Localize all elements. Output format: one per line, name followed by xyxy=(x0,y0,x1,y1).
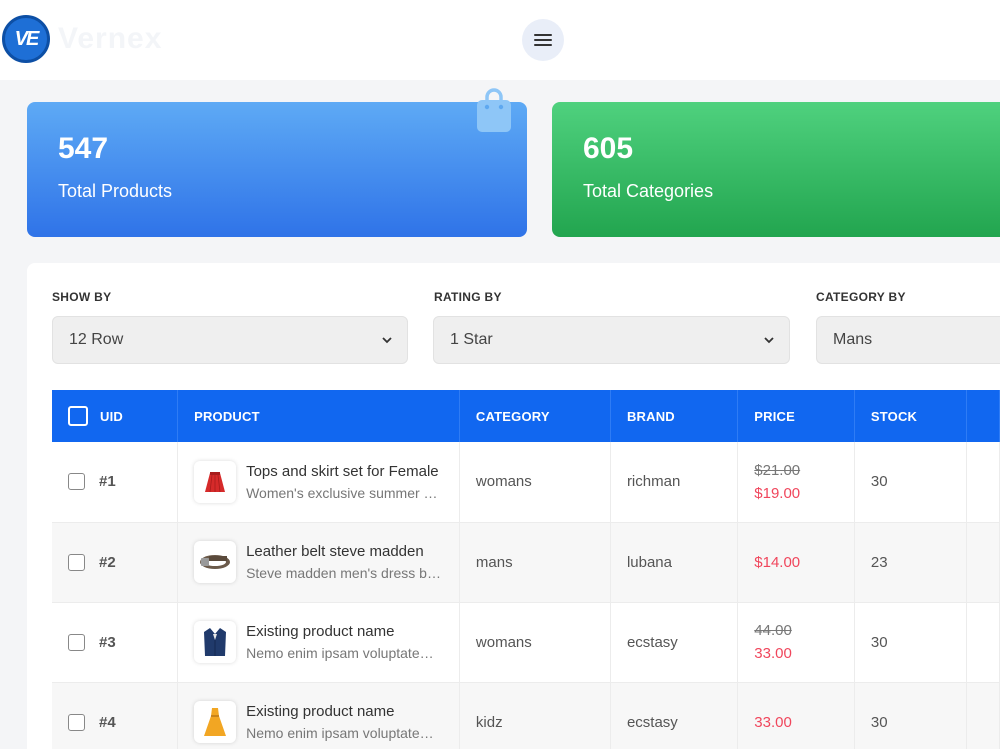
show-by-label: SHOW BY xyxy=(52,290,112,304)
table-row: #1 Tops and skirt set for Female Women's … xyxy=(52,442,1000,523)
rating-by-label: RATING BY xyxy=(434,290,502,304)
total-products-value: 547 xyxy=(58,132,109,165)
row-checkbox[interactable] xyxy=(68,633,85,651)
stock-header: STOCK xyxy=(854,390,967,442)
row-checkbox[interactable] xyxy=(68,473,85,491)
shopping-bag-icon xyxy=(477,88,511,132)
row-category: womans xyxy=(459,602,611,683)
row-uid: #2 xyxy=(99,553,116,571)
row-category: womans xyxy=(459,442,611,523)
row-uid: #4 xyxy=(99,713,116,731)
row-category: mans xyxy=(459,522,611,603)
total-categories-card: 605 Total Categories xyxy=(552,102,1000,237)
price-header: PRICE xyxy=(737,390,855,442)
menu-toggle-button[interactable] xyxy=(522,19,564,61)
belt-icon xyxy=(194,541,237,583)
row-brand: ecstasy xyxy=(610,682,739,749)
total-products-label: Total Products xyxy=(58,181,173,201)
row-brand: ecstasy xyxy=(610,602,739,683)
top-bar: VE Vernex xyxy=(0,0,1000,80)
logo-text: Vernex xyxy=(58,22,163,55)
total-products-card: 547 Total Products xyxy=(27,88,527,237)
product-desc: Steve madden men's dress belt xyxy=(246,565,442,581)
logo-initials: VE xyxy=(14,27,40,50)
select-all-checkbox[interactable] xyxy=(68,406,88,426)
table-row: #4 Existing product name Nemo enim ipsam … xyxy=(52,682,1000,749)
total-categories-label: Total Categories xyxy=(583,181,714,201)
row-brand: richman xyxy=(610,442,739,523)
category-header: CATEGORY xyxy=(459,390,611,442)
show-by-select[interactable]: 12 Row xyxy=(52,316,408,364)
blazer-icon xyxy=(194,621,237,663)
table-header-row: UID PRODUCT CATEGORY BRAND PRICE STOCK xyxy=(52,390,1000,442)
brand-header: BRAND xyxy=(610,390,739,442)
category-by-value: Mans xyxy=(833,331,873,348)
rating-by-select[interactable]: 1 Star xyxy=(433,316,790,364)
product-name[interactable]: Existing product name xyxy=(246,623,441,640)
row-price: $14.00 xyxy=(754,553,801,571)
chevron-down-icon xyxy=(382,337,392,344)
show-by-value: 12 Row xyxy=(69,331,124,348)
category-by-label: CATEGORY BY xyxy=(816,290,906,304)
table-row: #2 Leather belt steve madden Steve madden… xyxy=(52,522,1000,603)
row-uid: #3 xyxy=(99,633,116,651)
row-old-price: $21.00 xyxy=(754,461,801,479)
product-desc: Women's exclusive summer collection xyxy=(246,484,441,501)
skirt-icon xyxy=(194,460,237,503)
row-price: $19.00 xyxy=(754,484,801,502)
row-price: 33.00 xyxy=(754,713,792,731)
row-stock: 23 xyxy=(854,522,967,603)
row-stock: 30 xyxy=(854,682,967,749)
product-desc: Nemo enim ipsam voluptatem quia xyxy=(246,725,442,741)
chevron-down-icon xyxy=(764,337,774,344)
products-table: UID PRODUCT CATEGORY BRAND PRICE STOCK #… xyxy=(52,390,1000,749)
hamburger-icon xyxy=(534,34,552,46)
row-old-price: 44.00 xyxy=(754,622,792,639)
logo[interactable]: VE xyxy=(2,15,50,63)
row-price: 33.00 xyxy=(754,645,792,662)
row-uid: #1 xyxy=(99,473,116,491)
row-stock: 30 xyxy=(854,602,967,683)
dress-icon xyxy=(194,701,237,743)
product-header: PRODUCT xyxy=(177,390,460,442)
table-row: #3 Existing product name Nemo enim ipsam … xyxy=(52,602,1000,683)
row-category: kidz xyxy=(459,682,611,749)
extra-header xyxy=(966,390,1000,442)
product-desc: Nemo enim ipsam voluptatem quia xyxy=(246,645,442,661)
row-checkbox[interactable] xyxy=(68,553,85,571)
row-stock: 30 xyxy=(854,442,967,523)
product-name[interactable]: Leather belt steve madden xyxy=(246,543,441,560)
product-name[interactable]: Existing product name xyxy=(246,703,441,720)
category-by-select[interactable]: Mans xyxy=(816,316,1000,364)
row-brand: lubana xyxy=(610,522,739,603)
row-checkbox[interactable] xyxy=(68,713,85,731)
total-categories-value: 605 xyxy=(583,132,634,165)
product-name[interactable]: Tops and skirt set for Female xyxy=(246,463,441,480)
uid-header: UID xyxy=(52,390,179,442)
rating-by-value: 1 Star xyxy=(450,331,493,348)
